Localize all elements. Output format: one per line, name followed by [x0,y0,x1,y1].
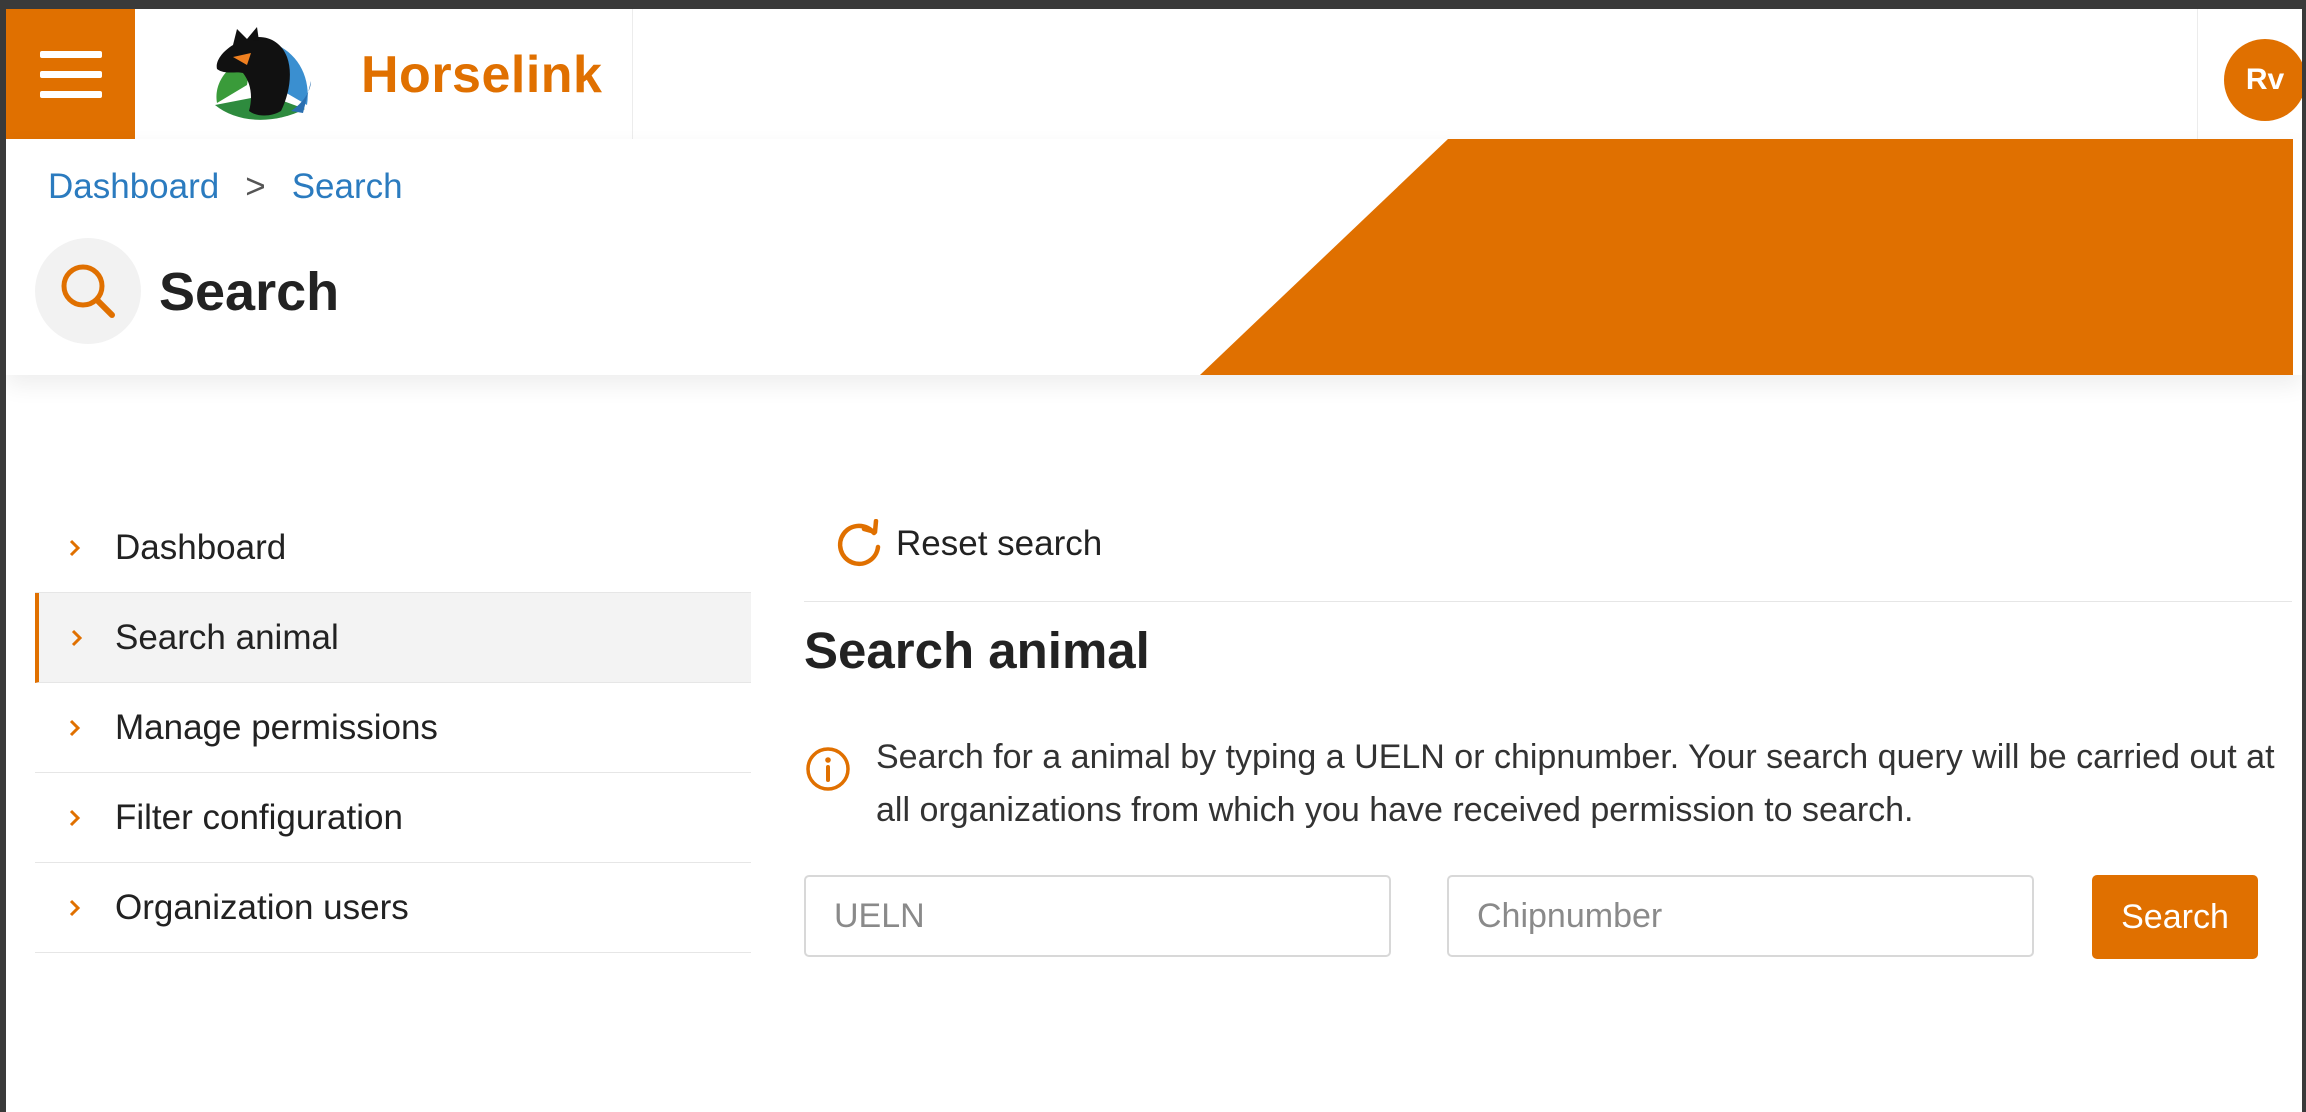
sidebar-item-filter-configuration[interactable]: Filter configuration [35,773,751,863]
info-icon [804,731,876,837]
hamburger-menu-icon [39,50,102,58]
reset-search-label: Reset search [896,524,1103,563]
search-icon [61,264,115,318]
chevron-right-icon [35,717,115,739]
breadcrumb: Dashboard > Search [48,167,403,207]
sidebar-item-label: Manage permissions [115,707,438,747]
menu-button[interactable] [6,9,135,139]
refresh-icon [837,519,881,567]
app-window: Horselink Rv Dashboard > Search Search D… [6,9,2302,1112]
info-text: Search for a animal by typing a UELN or … [876,738,2275,829]
page-title-icon [35,238,141,344]
sidebar-item-organization-users[interactable]: Organization users [35,863,751,953]
reset-search-button[interactable]: Reset search [834,519,1102,569]
sidebar-item-manage-permissions[interactable]: Manage permissions [35,683,751,773]
avatar[interactable]: Rv [2224,39,2302,121]
info-message: Search for a animal by typing a UELN or … [804,731,2284,837]
brand-name: Horselink [361,46,603,104]
user-menu: Rv [2197,9,2302,139]
chevron-right-icon [39,627,115,649]
search-button[interactable]: Search [2092,875,2258,959]
sidebar-item-label: Dashboard [115,527,287,567]
chevron-right-icon [35,537,115,559]
chevron-right-icon [35,807,115,829]
page-header: Dashboard > Search Search [6,139,2302,375]
sidebar-item-label: Search animal [115,617,339,657]
search-form: Search [804,875,2292,961]
horse-logo-icon [215,27,311,120]
chevron-right-icon [35,897,115,919]
breadcrumb-search[interactable]: Search [292,167,403,207]
sidebar-item-search-animal[interactable]: Search animal [35,593,751,683]
brand-logo[interactable]: Horselink [135,9,633,139]
ueln-input[interactable] [804,875,1391,957]
sidebar-item-dashboard[interactable]: Dashboard [35,503,751,593]
sidebar-item-label: Filter configuration [115,797,403,837]
breadcrumb-separator: > [245,167,266,206]
chipnumber-input[interactable] [1447,875,2034,957]
toolbar: Reset search [804,503,2292,602]
sidebar-item-label: Organization users [115,887,409,927]
top-bar: Horselink Rv [6,9,2302,140]
section-title: Search animal [804,622,1150,679]
page-title: Search [159,262,340,322]
sidebar: Dashboard Search animal Manage permissio… [35,503,751,953]
breadcrumb-dashboard[interactable]: Dashboard [48,167,219,207]
